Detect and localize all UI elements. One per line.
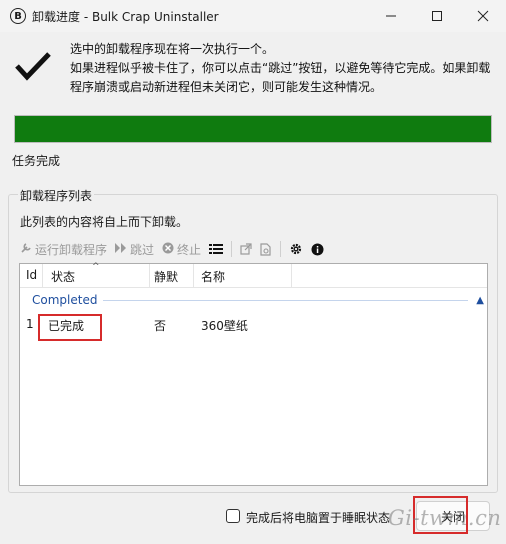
status-message-line1: 选中的卸载程序现在将一次执行一个。 (70, 42, 275, 56)
settings-button[interactable] (289, 242, 303, 256)
title-bar: B 卸载进度 - Bulk Crap Uninstaller (0, 0, 506, 32)
progress-fill (15, 116, 491, 142)
column-header-name[interactable]: 名称 (201, 268, 225, 285)
group-title: 卸载程序列表 (18, 187, 95, 204)
group-line (103, 299, 469, 301)
column-divider[interactable] (193, 264, 194, 288)
fast-forward-icon (115, 242, 127, 256)
row-name: 360壁纸 (201, 319, 248, 333)
info-button[interactable] (311, 243, 324, 256)
status-message-line2: 如果进程似乎被卡住了，你可以点击“跳过”按钮，以避免等待它完成。如果卸载程序崩溃… (70, 61, 491, 94)
status-highlight-box (38, 314, 102, 341)
skip-button[interactable]: 跳过 (115, 241, 154, 258)
minimize-button[interactable] (368, 0, 414, 32)
status-message: 选中的卸载程序现在将一次执行一个。 如果进程似乎被卡住了，你可以点击“跳过”按钮… (70, 40, 500, 97)
open-external-button[interactable] (240, 243, 252, 255)
checkmark-icon (15, 52, 51, 81)
toolbar-divider (231, 241, 233, 257)
list-view-button[interactable] (209, 243, 224, 255)
list-header: Id ^ 状态 静默 名称 (20, 262, 487, 288)
minimize-icon (386, 15, 396, 17)
progress-bar (14, 115, 492, 143)
stop-label: 终止 (177, 242, 202, 257)
stop-button[interactable]: 终止 (162, 241, 201, 258)
app-icon: B (10, 8, 26, 24)
close-window-button[interactable] (460, 0, 506, 32)
column-header-status[interactable]: 状态 (51, 268, 75, 285)
task-status: 任务完成 (12, 154, 61, 168)
sort-ascending-icon: ^ (92, 262, 100, 272)
maximize-icon (432, 11, 442, 21)
skip-label: 跳过 (130, 242, 155, 257)
maximize-button[interactable] (414, 0, 460, 32)
document-search-icon (260, 242, 271, 256)
watermark: Gi-twm.cn (388, 506, 502, 530)
window-title: 卸载进度 - Bulk Crap Uninstaller (32, 10, 219, 24)
info-icon (311, 243, 324, 255)
row-silent: 否 (154, 319, 167, 333)
properties-button[interactable] (260, 242, 272, 256)
toolbar-divider (280, 241, 282, 257)
column-divider[interactable] (291, 264, 292, 288)
group-description: 此列表的内容将自上而下卸载。 (20, 215, 189, 229)
group-label: Completed (32, 293, 98, 307)
column-header-silent[interactable]: 静默 (154, 268, 178, 285)
wrench-icon (20, 242, 32, 257)
app-icon-letter: B (14, 10, 22, 22)
dialog-content: 选中的卸载程序现在将一次执行一个。 如果进程似乎被卡住了，你可以点击“跳过”按钮… (0, 32, 506, 544)
stop-circle-icon (162, 242, 174, 257)
list-group-completed[interactable]: Completed ▲ (32, 292, 484, 308)
gear-icon (290, 243, 302, 255)
uninstall-list[interactable]: Id ^ 状态 静默 名称 Completed ▲ 1 已完成 否 360壁纸 (19, 262, 488, 486)
sleep-checkbox-label[interactable]: 完成后将电脑置于睡眠状态 (246, 509, 390, 526)
external-link-icon (240, 243, 252, 255)
list-view-icon (209, 244, 224, 254)
sleep-checkbox[interactable] (226, 509, 240, 523)
collapse-chevron-icon[interactable]: ▲ (476, 295, 484, 306)
row-id: 1 (26, 317, 34, 331)
list-toolbar: 运行卸载程序 跳过 终止 (20, 239, 332, 259)
column-divider[interactable] (149, 264, 150, 288)
table-row[interactable]: 1 已完成 否 360壁纸 (20, 313, 487, 341)
run-uninstaller-label: 运行卸载程序 (35, 242, 108, 257)
run-uninstaller-button[interactable]: 运行卸载程序 (20, 241, 107, 258)
close-icon (477, 10, 489, 22)
column-divider[interactable] (42, 264, 43, 288)
column-header-id[interactable]: Id (26, 268, 37, 282)
